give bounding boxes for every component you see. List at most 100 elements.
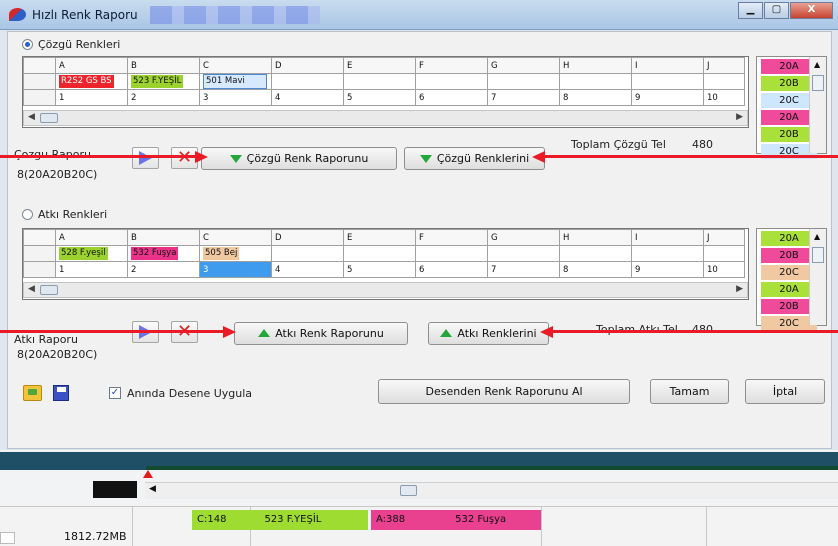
weft-col-e: E: [343, 229, 416, 246]
weft-num-cell-selected[interactable]: 3: [199, 261, 272, 278]
weft-col-a: A: [55, 229, 128, 246]
scroll-up-icon[interactable]: ▲: [814, 232, 820, 241]
cancel-button[interactable]: İptal: [745, 379, 825, 404]
maximize-button[interactable]: ▢: [764, 2, 789, 19]
minimize-button[interactable]: ▁: [738, 2, 763, 19]
weft-code-list[interactable]: 20A 20B 20C 20A 20B 20C ▲: [756, 228, 827, 331]
warp-color-grid[interactable]: A B C D E F G H I J R2S2 GS BS 523 F.YEŞ…: [22, 56, 749, 128]
weft-cell-d1[interactable]: [271, 245, 344, 262]
weft-num-cell[interactable]: 5: [343, 261, 416, 278]
warp-num-cell[interactable]: 10: [703, 89, 745, 106]
weft-radio-group[interactable]: Atkı Renkleri: [22, 208, 107, 221]
design-horizontal-scrollbar[interactable]: ◀: [145, 482, 838, 499]
warp-colors-button[interactable]: Çözgü Renklerini: [404, 147, 545, 170]
warp-header-row: A B C D E F G H I J: [23, 57, 745, 74]
warp-num-cell[interactable]: 5: [343, 89, 416, 106]
warp-num-cell[interactable]: 7: [487, 89, 560, 106]
warp-cell-b1[interactable]: 523 F.YEŞİL: [127, 73, 200, 90]
weft-horizontal-scrollbar[interactable]: ◀ ▶: [23, 282, 748, 298]
close-button[interactable]: X: [790, 2, 833, 19]
weft-cell-c1[interactable]: 505 Bej: [199, 245, 272, 262]
get-report-button[interactable]: Desenden Renk Raporunu Al: [378, 379, 630, 404]
window-title: Hızlı Renk Raporu: [32, 8, 138, 22]
weft-col-f: F: [415, 229, 488, 246]
warp-num-cell[interactable]: 8: [559, 89, 632, 106]
warp-num-cell[interactable]: 4: [271, 89, 344, 106]
warp-cell-d1[interactable]: [271, 73, 344, 90]
weft-cell-b1[interactable]: 532 Fuşya: [127, 245, 200, 262]
warp-radio-group[interactable]: Çözgü Renkleri: [22, 38, 120, 51]
open-folder-icon[interactable]: [23, 385, 42, 401]
scroll-thumb[interactable]: [40, 285, 58, 295]
warp-cell-e1[interactable]: [343, 73, 416, 90]
weft-num-cell[interactable]: 10: [703, 261, 745, 278]
code-list-scrollbar[interactable]: ▲: [809, 57, 826, 153]
weft-radio[interactable]: [22, 209, 33, 220]
apply-checkbox[interactable]: ✓: [109, 387, 121, 399]
warp-col-g: G: [487, 57, 560, 74]
weft-section-label: Atkı Renkleri: [38, 208, 108, 221]
status-divider: [706, 506, 707, 546]
warp-num-cell[interactable]: 3: [199, 89, 272, 106]
ok-button[interactable]: Tamam: [650, 379, 729, 404]
weft-cell-f1[interactable]: [415, 245, 488, 262]
scroll-thumb[interactable]: [812, 75, 824, 91]
warp-cell-c1[interactable]: 501 Mavi: [199, 73, 272, 90]
warp-total-value[interactable]: 480: [692, 138, 713, 151]
warp-cell-f1[interactable]: [415, 73, 488, 90]
status-a-label: A:388: [376, 514, 406, 525]
warp-clear-button[interactable]: ✕: [171, 147, 198, 169]
warp-cell-h1[interactable]: [559, 73, 632, 90]
weft-report-button[interactable]: Atkı Renk Raporunu: [234, 322, 408, 345]
weft-num-cell[interactable]: 7: [487, 261, 560, 278]
warp-num-cell[interactable]: 2: [127, 89, 200, 106]
weft-num-cell[interactable]: 1: [55, 261, 128, 278]
weft-cell-a1[interactable]: 528 F.yeşil: [55, 245, 128, 262]
weft-cell-i1[interactable]: [631, 245, 704, 262]
weft-col-j: J: [703, 229, 745, 246]
scroll-thumb[interactable]: [812, 247, 824, 263]
annotation-arrow: [545, 155, 838, 158]
warp-radio[interactable]: [22, 39, 33, 50]
weft-cell-j1[interactable]: [703, 245, 745, 262]
save-icon[interactable]: [53, 385, 69, 401]
weft-num-cell[interactable]: 6: [415, 261, 488, 278]
up-arrow-icon: [440, 329, 453, 337]
weft-col-h: H: [559, 229, 632, 246]
weft-col-i: I: [631, 229, 704, 246]
warp-play-button[interactable]: [132, 147, 159, 169]
warp-cell-i1[interactable]: [631, 73, 704, 90]
warp-num-cell[interactable]: 1: [55, 89, 128, 106]
weft-colors-button-label: Atkı Renklerini: [457, 327, 537, 340]
warp-cell-a1[interactable]: R2S2 GS BS: [55, 73, 128, 90]
weft-cell-h1[interactable]: [559, 245, 632, 262]
position-marker-icon[interactable]: [143, 470, 153, 478]
weft-cell-g1[interactable]: [487, 245, 560, 262]
weft-num-cell[interactable]: 4: [271, 261, 344, 278]
weft-num-cell[interactable]: 8: [559, 261, 632, 278]
weft-num-cell[interactable]: 2: [127, 261, 200, 278]
scroll-right-icon[interactable]: ▶: [736, 112, 743, 122]
scroll-left-icon[interactable]: ◀: [28, 284, 35, 294]
warp-num-cell[interactable]: 9: [631, 89, 704, 106]
grid-corner: [23, 229, 56, 246]
weft-report-label: Atkı Raporu: [14, 333, 78, 346]
scroll-right-icon[interactable]: ▶: [736, 284, 743, 294]
window-controls: ▁ ▢ X: [738, 2, 833, 19]
weft-cell-e1[interactable]: [343, 245, 416, 262]
warp-cell-j1[interactable]: [703, 73, 745, 90]
weft-color-grid[interactable]: A B C D E F G H I J 528 F.yeşil 532 Fuşy…: [22, 228, 749, 300]
warp-num-cell[interactable]: 6: [415, 89, 488, 106]
warp-cell-g1[interactable]: [487, 73, 560, 90]
weft-colors-button[interactable]: Atkı Renklerini: [428, 322, 549, 345]
warp-code-list[interactable]: 20A 20B 20C 20A 20B 20C ▲: [756, 56, 827, 159]
scroll-left-icon[interactable]: ◀: [149, 484, 156, 494]
warp-horizontal-scrollbar[interactable]: ◀ ▶: [23, 110, 748, 126]
scroll-up-icon[interactable]: ▲: [814, 60, 820, 69]
code-list-scrollbar[interactable]: ▲: [809, 229, 826, 325]
scroll-left-icon[interactable]: ◀: [28, 112, 35, 122]
scroll-thumb[interactable]: [400, 485, 417, 496]
warp-report-button[interactable]: Çözgü Renk Raporunu: [201, 147, 397, 170]
weft-num-cell[interactable]: 9: [631, 261, 704, 278]
scroll-thumb[interactable]: [40, 113, 58, 123]
